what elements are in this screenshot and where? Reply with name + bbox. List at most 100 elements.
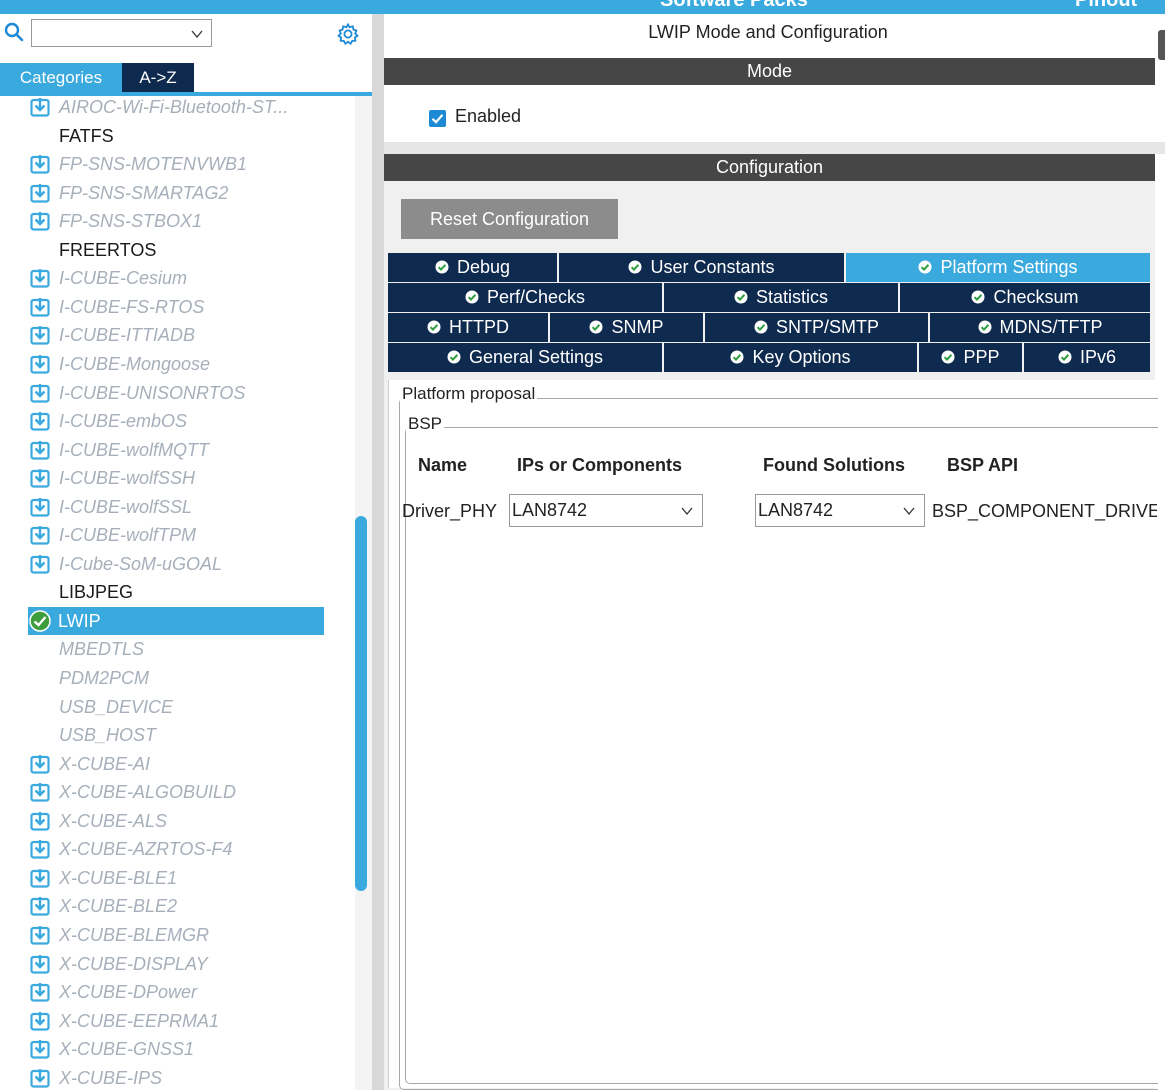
download-icon [30, 155, 50, 174]
config-tab[interactable]: IPv6 [1024, 343, 1152, 372]
configuration-panel: LWIP Mode and Configuration Mode Enabled… [384, 14, 1165, 1090]
download-icon [30, 440, 50, 460]
sidebar-item-label: FP-SNS-SMARTAG2 [59, 182, 229, 203]
chevron-down-icon[interactable] [191, 28, 203, 40]
mode-section: Enabled [384, 85, 1155, 142]
bsp-api-value: BSP_COMPONENT_DRIVER [932, 501, 1157, 521]
sidebar-item[interactable]: LWIP [28, 606, 324, 635]
sidebar-item[interactable]: I-CUBE-FS-RTOS [28, 293, 324, 321]
check-circle-icon [941, 350, 955, 364]
sidebar-item[interactable]: I-CUBE-Cesium [28, 264, 324, 292]
download-icon [30, 526, 50, 545]
search-icon[interactable] [4, 22, 24, 42]
sidebar-item[interactable]: FATFS [28, 122, 324, 150]
pinout-menu[interactable]: Pinout [1075, 0, 1137, 12]
panel-splitter[interactable] [372, 14, 384, 1090]
sidebar-item-label: I-CUBE-embOS [59, 411, 188, 432]
config-tab[interactable]: Perf/Checks [388, 283, 664, 312]
sidebar-item[interactable]: I-CUBE-ITTIADB [28, 321, 324, 349]
sidebar-item[interactable]: X-CUBE-BLE1 [28, 864, 324, 892]
sidebar-item[interactable]: I-CUBE-UNISONRTOS [28, 379, 324, 407]
download-icon [30, 1068, 50, 1088]
sidebar-item-label: X-CUBE-AZRTOS-F4 [59, 839, 233, 860]
config-tab[interactable]: Checksum [900, 283, 1152, 312]
download-icon [30, 554, 50, 574]
search-combobox[interactable] [31, 19, 212, 47]
sidebar-item-label: X-CUBE-DISPLAY [59, 953, 208, 974]
sidebar-item[interactable]: FP-SNS-SMARTAG2 [28, 179, 324, 207]
reset-configuration-button[interactable]: Reset Configuration [401, 199, 618, 239]
sidebar-item[interactable]: X-CUBE-IPS [28, 1064, 324, 1090]
sidebar-item[interactable]: X-CUBE-ALGOBUILD [28, 778, 324, 806]
config-tab[interactable]: PPP [919, 343, 1024, 372]
config-tab-label: Debug [456, 257, 511, 277]
sidebar-item[interactable]: FP-SNS-STBOX1 [28, 207, 324, 235]
gear-icon[interactable] [336, 22, 360, 46]
configuration-header: Configuration [384, 154, 1155, 181]
config-tab-label: Statistics [755, 287, 829, 307]
scrollbar-thumb[interactable] [355, 516, 367, 891]
config-tab[interactable]: Key Options [664, 343, 919, 372]
config-tab[interactable]: SNTP/SMTP [705, 313, 930, 342]
page-title: LWIP Mode and Configuration [648, 22, 888, 42]
sidebar-item[interactable]: USB_HOST [28, 721, 324, 749]
check-icon [431, 114, 444, 124]
sidebar-item[interactable]: I-CUBE-wolfTPM [28, 521, 324, 549]
sidebar-item[interactable]: FREERTOS [28, 236, 324, 264]
found-solution-select[interactable]: LAN8742 [755, 494, 925, 527]
sidebar-item[interactable]: I-CUBE-wolfSSH [28, 464, 324, 492]
config-tab[interactable]: General Settings [388, 343, 664, 372]
software-packs-menu[interactable]: Software Packs [660, 0, 808, 12]
sidebar-item[interactable]: I-CUBE-embOS [28, 407, 324, 435]
check-circle-icon [730, 350, 744, 364]
sidebar-item[interactable]: X-CUBE-GNSS1 [28, 1035, 324, 1063]
sidebar-item[interactable]: LIBJPEG [28, 578, 324, 606]
sidebar-scrollbar[interactable] [355, 96, 372, 1090]
sidebar-item-label: I-CUBE-wolfSSL [59, 496, 193, 517]
found-solution-value: LAN8742 [758, 500, 834, 520]
check-circle-icon [978, 320, 991, 334]
download-icon [30, 840, 50, 859]
download-icon [30, 783, 50, 802]
download-icon [30, 1040, 50, 1059]
sidebar-item[interactable]: AIROC-Wi-Fi-Bluetooth-ST... [28, 96, 324, 121]
tab-categories[interactable]: Categories [0, 63, 122, 93]
config-tab[interactable]: Debug [388, 253, 559, 282]
config-tab[interactable]: Statistics [664, 283, 900, 312]
sidebar-item[interactable]: X-CUBE-DPower [28, 978, 324, 1006]
sidebar-item[interactable]: I-CUBE-wolfMQTT [28, 436, 324, 464]
config-tab-label: PPP [963, 347, 1000, 367]
config-tab[interactable]: HTTPD [388, 313, 550, 342]
download-icon [30, 754, 50, 774]
sidebar-item[interactable]: X-CUBE-BLEMGR [28, 921, 324, 949]
sidebar-item[interactable]: X-CUBE-ALS [28, 807, 324, 835]
download-icon [30, 269, 50, 288]
sidebar-item-label: X-CUBE-ALS [59, 810, 168, 831]
sidebar-item-label: AIROC-Wi-Fi-Bluetooth-ST... [59, 97, 289, 117]
sidebar-item[interactable]: X-CUBE-BLE2 [28, 892, 324, 920]
sidebar-item-label: X-CUBE-GNSS1 [59, 1039, 195, 1060]
enabled-checkbox[interactable] [429, 110, 446, 127]
sidebar-item-label: FP-SNS-MOTENVWB1 [59, 154, 248, 175]
config-tab[interactable]: MDNS/TFTP [930, 313, 1152, 342]
sidebar-item[interactable]: MBEDTLS [28, 635, 324, 663]
config-tab-label: User Constants [650, 257, 775, 277]
download-icon [30, 183, 50, 203]
sidebar-item[interactable]: X-CUBE-EEPRMA1 [28, 1007, 324, 1035]
platform-settings-panel: Platform proposal BSP Name IPs or Compon… [388, 380, 1158, 1090]
config-tab[interactable]: SNMP [550, 313, 705, 342]
sidebar-item[interactable]: USB_DEVICE [28, 693, 324, 721]
tab-a-z[interactable]: A->Z [122, 63, 194, 93]
sidebar-item[interactable]: X-CUBE-AZRTOS-F4 [28, 835, 324, 863]
sidebar-item[interactable]: I-Cube-SoM-uGOAL [28, 550, 324, 578]
sidebar-item[interactable]: I-CUBE-Mongoose [28, 350, 324, 378]
sidebar-item[interactable]: X-CUBE-AI [28, 750, 324, 778]
sidebar-item[interactable]: I-CUBE-wolfSSL [28, 493, 324, 521]
sidebar-item[interactable]: X-CUBE-DISPLAY [28, 950, 324, 978]
config-tab[interactable]: User Constants [559, 253, 846, 282]
ip-component-select[interactable]: LAN8742 [509, 494, 703, 527]
download-icon [30, 354, 50, 374]
sidebar-item[interactable]: FP-SNS-MOTENVWB1 [28, 150, 324, 178]
sidebar-item[interactable]: PDM2PCM [28, 664, 324, 692]
config-tab[interactable]: Platform Settings [846, 253, 1152, 282]
